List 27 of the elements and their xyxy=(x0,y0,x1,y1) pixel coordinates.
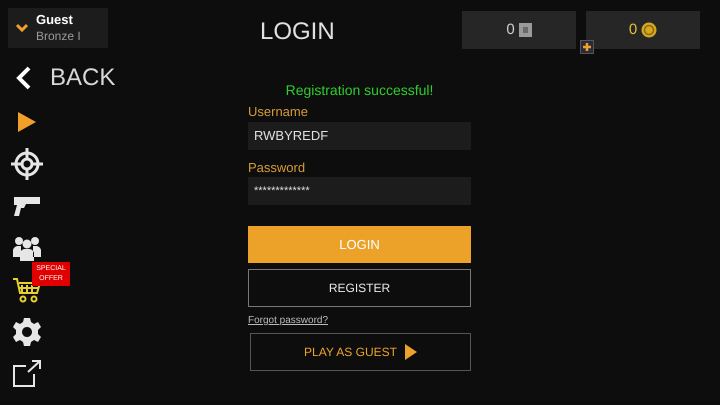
player-name: Guest xyxy=(36,12,74,29)
cash-icon xyxy=(518,23,532,37)
play-icon xyxy=(404,344,417,360)
page-title: LOGIN xyxy=(260,17,335,47)
add-currency-button[interactable] xyxy=(580,40,594,54)
external-link-icon[interactable] xyxy=(12,360,42,388)
password-field[interactable]: ************* xyxy=(248,177,471,205)
people-icon[interactable] xyxy=(12,235,42,261)
play-icon[interactable] xyxy=(16,110,38,134)
forgot-password-link[interactable]: Forgot password? xyxy=(248,313,328,328)
coin-icon xyxy=(641,22,658,38)
username-label: Username xyxy=(248,103,309,121)
success-message: Registration successful! xyxy=(284,81,434,100)
settings-icon[interactable] xyxy=(12,317,42,347)
username-field[interactable]: RWBYREDF xyxy=(248,122,471,150)
back-button[interactable]: BACK xyxy=(16,60,200,96)
crosshair-icon[interactable] xyxy=(10,147,44,181)
player-rank: Bronze I xyxy=(36,28,81,44)
plus-icon xyxy=(582,42,592,52)
play-as-guest-button[interactable]: PLAY AS GUEST xyxy=(250,333,471,371)
profile-card[interactable]: Guest Bronze I xyxy=(8,8,108,48)
pistol-icon[interactable] xyxy=(13,195,41,217)
password-label: Password xyxy=(248,158,306,176)
currency-amount: 0 xyxy=(506,20,515,40)
chevron-down-icon xyxy=(16,23,28,33)
currency-amount: 0 xyxy=(628,20,638,40)
register-button[interactable]: REGISTER xyxy=(248,269,471,307)
